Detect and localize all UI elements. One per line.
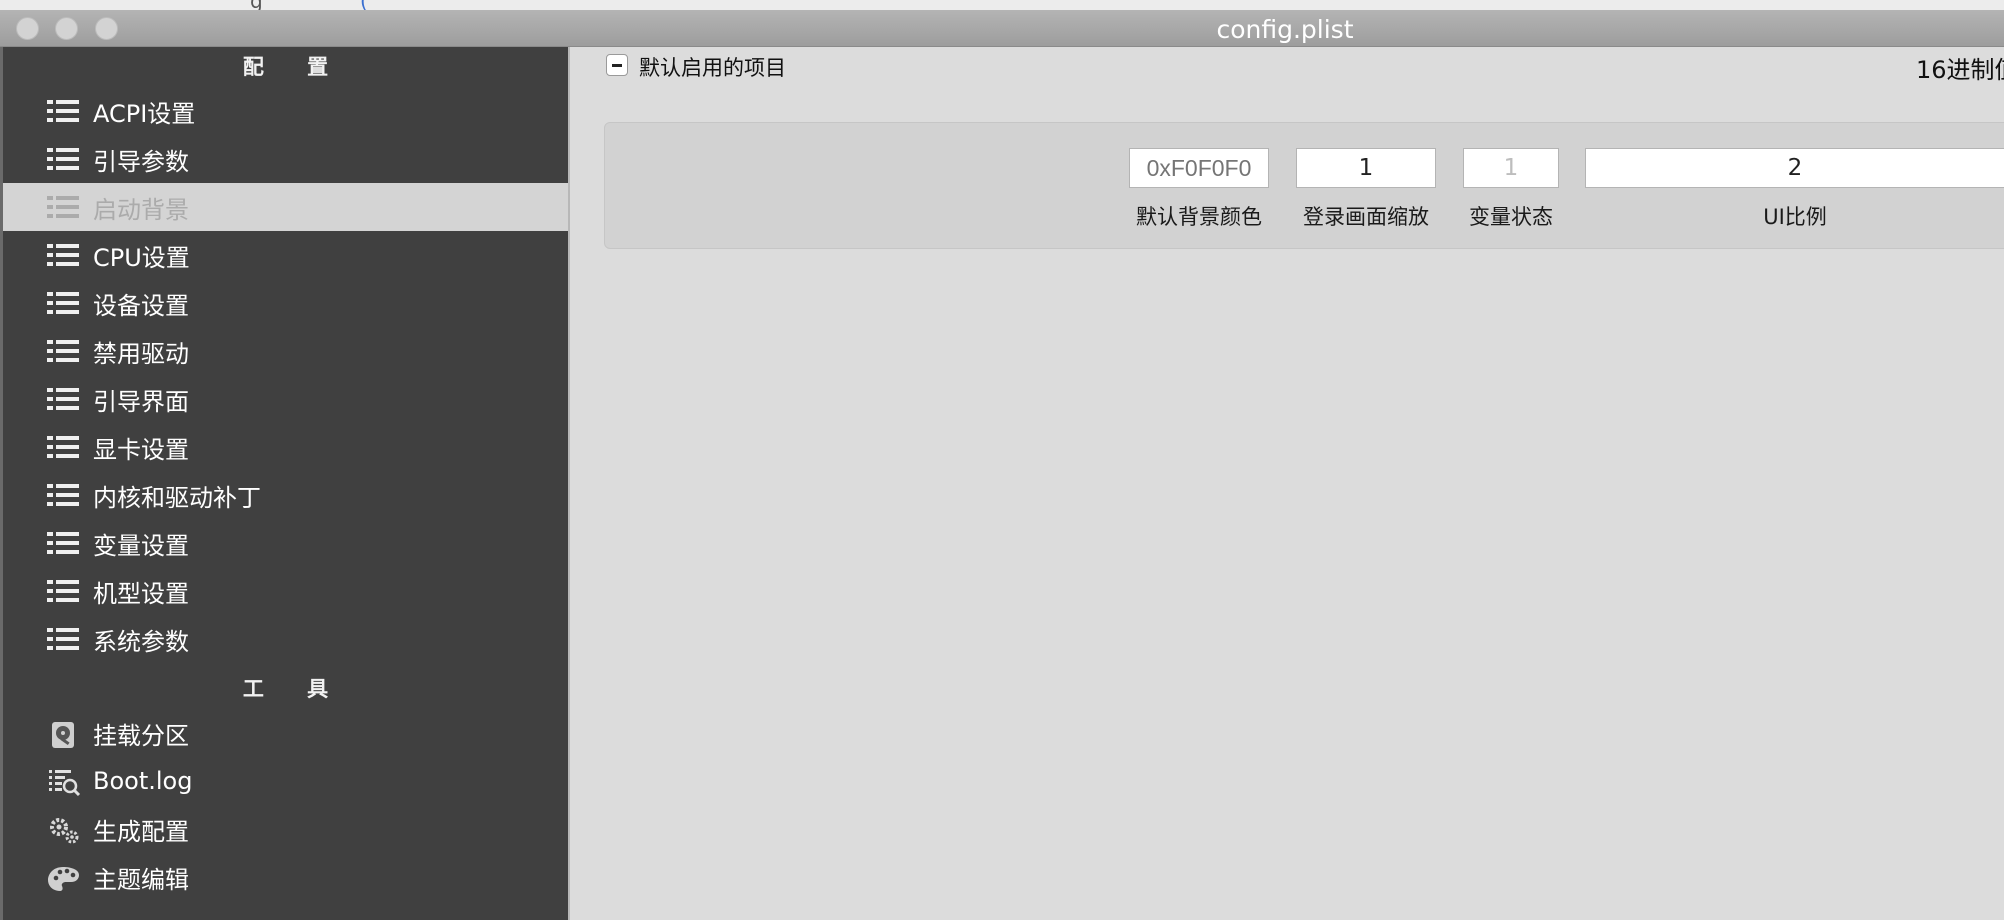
sidebar-item-boot-log[interactable]: Boot.log xyxy=(3,757,568,805)
window-title: config.plist xyxy=(1216,15,1354,44)
list-icon xyxy=(47,339,81,363)
list-icon xyxy=(47,195,81,219)
list-icon xyxy=(47,483,81,507)
sidebar-item-disable-drivers[interactable]: 禁用驱动 xyxy=(3,327,568,375)
sidebar-item-label: 主题编辑 xyxy=(93,865,189,894)
login-scale-input[interactable]: 1 xyxy=(1296,148,1436,188)
ui-scale-label: UI比例 xyxy=(1763,205,1827,229)
disk-icon xyxy=(47,721,81,748)
list-icon xyxy=(47,291,81,315)
sidebar-item-label: 生成配置 xyxy=(93,817,189,846)
list-icon xyxy=(47,627,81,651)
login-scale-label: 登录画面缩放 xyxy=(1303,205,1429,229)
sidebar-item-mount-partition[interactable]: 挂载分区 xyxy=(3,709,568,757)
variable-state-label: 变量状态 xyxy=(1469,205,1553,229)
background-window-strip: g( xyxy=(0,0,2004,10)
sidebar-item-label: 变量设置 xyxy=(93,531,189,560)
gears-icon xyxy=(47,817,81,844)
sidebar-item-label: 内核和驱动补丁 xyxy=(93,483,261,512)
window-titlebar: config.plist xyxy=(0,10,2004,47)
sidebar-item-graphics[interactable]: 显卡设置 xyxy=(3,423,568,471)
sidebar-item-boot-args[interactable]: 引导参数 xyxy=(3,135,568,183)
sidebar-item-label: 设备设置 xyxy=(93,291,189,320)
list-icon xyxy=(47,435,81,459)
list-icon xyxy=(47,99,81,123)
sidebar-item-boot-background[interactable]: 启动背景 xyxy=(3,183,568,231)
list-icon xyxy=(47,579,81,603)
default-enabled-label: 默认启用的项目 xyxy=(639,56,786,80)
sidebar-item-cpu[interactable]: CPU设置 xyxy=(3,231,568,279)
list-icon xyxy=(47,531,81,555)
sidebar-item-label: 禁用驱动 xyxy=(93,339,189,368)
default-enabled-checkbox[interactable] xyxy=(606,54,628,76)
sidebar-item-devices[interactable]: 设备设置 xyxy=(3,279,568,327)
sidebar-section-config: 配 置 xyxy=(242,55,347,79)
ui-scale-input[interactable]: 2 xyxy=(1585,148,2004,188)
sidebar-item-theme-editor[interactable]: 主题编辑 xyxy=(3,853,568,901)
sidebar-section-tools: 工 具 xyxy=(242,677,347,701)
list-icon xyxy=(47,243,81,267)
sidebar-item-label: 挂载分区 xyxy=(93,721,189,750)
sidebar-item-generate-config[interactable]: 生成配置 xyxy=(3,805,568,853)
sidebar-item-smbios[interactable]: 机型设置 xyxy=(3,567,568,615)
sidebar-divider xyxy=(568,47,570,920)
sidebar-item-label: 显卡设置 xyxy=(93,435,189,464)
list-icon xyxy=(47,147,81,171)
background-color-label: 默认背景颜色 xyxy=(1136,205,1262,229)
sidebar-item-label: ACPI设置 xyxy=(93,99,196,128)
hex-value-label: 16进制值 xyxy=(1916,56,2004,84)
main-content: 默认启用的项目 16进制值 默认背景颜色 1 登录画面缩放 1 变量状态 2 U… xyxy=(568,47,2004,920)
log-search-icon xyxy=(47,769,81,797)
background-color-input[interactable] xyxy=(1129,148,1269,188)
sidebar-item-gui[interactable]: 引导界面 xyxy=(3,375,568,423)
list-icon xyxy=(47,387,81,411)
sidebar-item-label: 引导参数 xyxy=(93,147,189,176)
settings-panel: 默认背景颜色 1 登录画面缩放 1 变量状态 2 UI比例 xyxy=(604,122,2004,249)
sidebar: 配 置 ACPI设置 引导参数 启动背景 CPU设置 设备设置 禁用驱动 引导界… xyxy=(3,47,568,920)
sidebar-item-variables[interactable]: 变量设置 xyxy=(3,519,568,567)
sidebar-item-label: 引导界面 xyxy=(93,387,189,416)
sidebar-item-kernel-patches[interactable]: 内核和驱动补丁 xyxy=(3,471,568,519)
sidebar-item-label: CPU设置 xyxy=(93,243,190,272)
sidebar-item-label: 系统参数 xyxy=(93,627,189,656)
sidebar-item-label: 机型设置 xyxy=(93,579,189,608)
sidebar-item-acpi[interactable]: ACPI设置 xyxy=(3,87,568,135)
sidebar-item-system-params[interactable]: 系统参数 xyxy=(3,615,568,663)
sidebar-item-label: Boot.log xyxy=(93,767,193,795)
variable-state-input[interactable]: 1 xyxy=(1463,148,1559,188)
palette-icon xyxy=(47,865,81,891)
sidebar-item-label: 启动背景 xyxy=(93,195,189,224)
